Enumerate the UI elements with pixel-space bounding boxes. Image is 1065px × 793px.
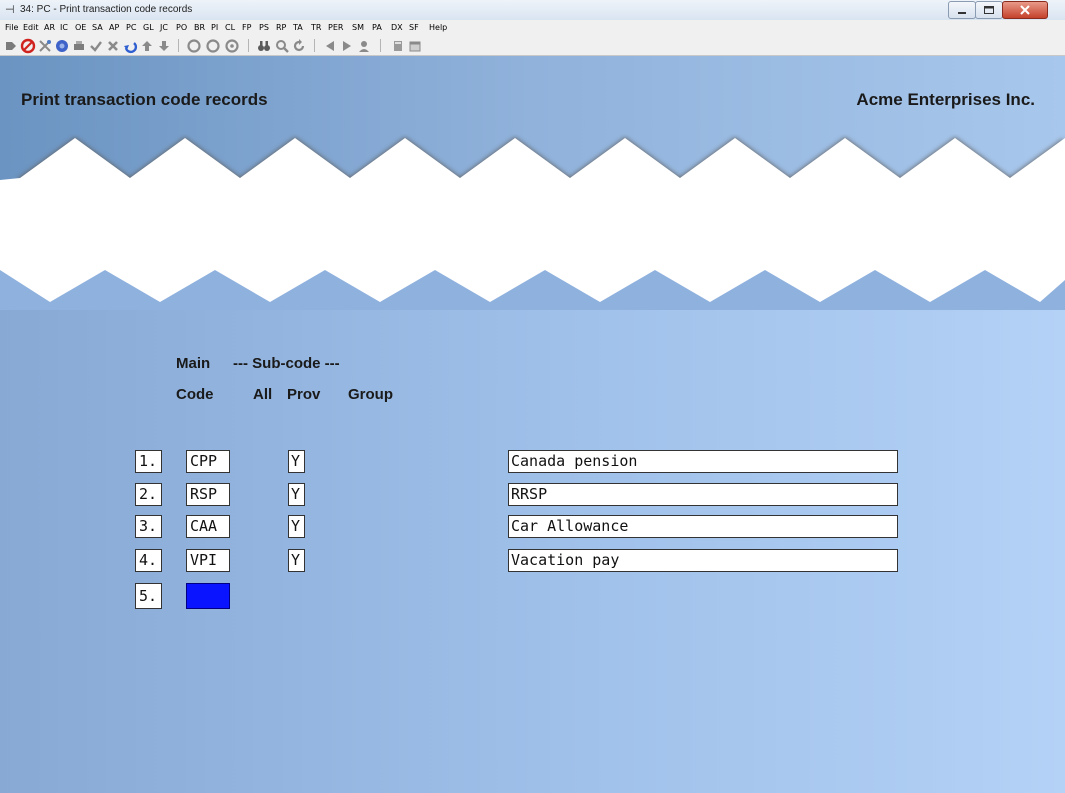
menu-ar[interactable]: AR: [44, 23, 55, 32]
code-field[interactable]: RSP: [186, 483, 230, 506]
header-prov: Prov: [287, 386, 321, 403]
undo-icon[interactable]: [122, 38, 138, 54]
menu-per[interactable]: PER: [328, 23, 343, 32]
toolbar-separator: [248, 39, 249, 52]
menu-pa[interactable]: PA: [372, 23, 382, 32]
description-field: Canada pension: [508, 450, 898, 473]
app-icon: ⊣: [5, 3, 15, 16]
line-number: 4.: [135, 549, 162, 572]
menu-po[interactable]: PO: [176, 23, 187, 32]
maximize-button[interactable]: [975, 1, 1003, 19]
line-number: 2.: [135, 483, 162, 506]
description-field: Car Allowance: [508, 515, 898, 538]
all-field[interactable]: Y: [288, 483, 305, 506]
menu-edit[interactable]: Edit: [23, 23, 39, 32]
menu-ap[interactable]: AP: [109, 23, 119, 32]
check-icon[interactable]: [88, 38, 104, 54]
maximize-icon: [984, 6, 994, 14]
close-button[interactable]: [1002, 1, 1048, 19]
zoom-icon[interactable]: [274, 38, 290, 54]
circle-icon-2[interactable]: [205, 38, 221, 54]
help-circle-icon[interactable]: [54, 38, 70, 54]
minimize-icon: [958, 12, 966, 14]
code-field-active[interactable]: [186, 583, 230, 609]
close-icon: [1020, 5, 1030, 15]
menu-help[interactable]: Help: [429, 23, 447, 32]
menu-tr[interactable]: TR: [311, 23, 321, 32]
minimize-button[interactable]: [948, 1, 976, 19]
description-field: Vacation pay: [508, 549, 898, 572]
line-number: 5.: [135, 583, 162, 609]
header-all: All: [253, 386, 273, 403]
up-arrow-icon[interactable]: [139, 38, 155, 54]
delete-icon[interactable]: [105, 38, 121, 54]
menu-pi[interactable]: PI: [211, 23, 218, 32]
toolbar: [0, 36, 1065, 56]
calculator-icon[interactable]: [390, 38, 406, 54]
window-title: 34: PC - Print transaction code records: [20, 4, 193, 15]
header-group: Group: [348, 386, 393, 403]
torn-paper-break: [0, 137, 1065, 310]
play-icon[interactable]: [339, 38, 355, 54]
description-field: RRSP: [508, 483, 898, 506]
company-name: Acme Enterprises Inc.: [856, 90, 1035, 109]
menu-ta[interactable]: TA: [293, 23, 303, 32]
print-icon[interactable]: [71, 38, 87, 54]
menu-cl[interactable]: CL: [225, 23, 235, 32]
circle-icon-1[interactable]: [186, 38, 202, 54]
menu-jc[interactable]: JC: [160, 23, 168, 32]
circle-icon-3[interactable]: [224, 38, 240, 54]
down-arrow-icon[interactable]: [156, 38, 172, 54]
all-field[interactable]: Y: [288, 450, 305, 473]
all-field[interactable]: Y: [288, 549, 305, 572]
binoculars-icon[interactable]: [256, 38, 272, 54]
prev-icon[interactable]: [322, 38, 338, 54]
menu-oe[interactable]: OE: [75, 23, 86, 32]
menu-file[interactable]: File: [5, 23, 18, 32]
header-main: Main: [176, 355, 211, 372]
menu-br[interactable]: BR: [194, 23, 205, 32]
menu-rp[interactable]: RP: [276, 23, 286, 32]
tools-icon[interactable]: [37, 38, 53, 54]
toolbar-separator: [314, 39, 315, 52]
header-subcode: --- Sub-code ---: [233, 355, 340, 372]
refresh-icon[interactable]: [291, 38, 307, 54]
menu-sa[interactable]: SA: [92, 23, 103, 32]
toolbar-separator: [178, 39, 179, 52]
code-field[interactable]: CAA: [186, 515, 230, 538]
toolbar-separator: [380, 39, 381, 52]
calendar-icon[interactable]: [407, 38, 423, 54]
menu-fp[interactable]: FP: [242, 23, 251, 32]
all-field[interactable]: Y: [288, 515, 305, 538]
menu-pc[interactable]: PC: [126, 23, 136, 32]
code-field[interactable]: VPI: [186, 549, 230, 572]
user-icon[interactable]: [356, 38, 372, 54]
code-field[interactable]: CPP: [186, 450, 230, 473]
line-number: 3.: [135, 515, 162, 538]
menu-ic[interactable]: IC: [60, 23, 68, 32]
next-icon[interactable]: [3, 38, 19, 54]
stop-icon[interactable]: [20, 38, 36, 54]
menu-sf[interactable]: SF: [409, 23, 419, 32]
menu-ps[interactable]: PS: [259, 23, 269, 32]
line-number: 1.: [135, 450, 162, 473]
application-window: ⊣ 34: PC - Print transaction code record…: [0, 0, 1065, 793]
menu-bar: File Edit AR IC OE SA AP PC GL JC PO BR …: [0, 20, 1065, 37]
title-bar[interactable]: ⊣ 34: PC - Print transaction code record…: [0, 0, 1065, 21]
menu-gl[interactable]: GL: [143, 23, 154, 32]
screen-title: Print transaction code records: [21, 90, 268, 109]
menu-dx[interactable]: DX: [391, 23, 403, 32]
header-code: Code: [176, 386, 214, 403]
menu-sm[interactable]: SM: [352, 23, 364, 32]
